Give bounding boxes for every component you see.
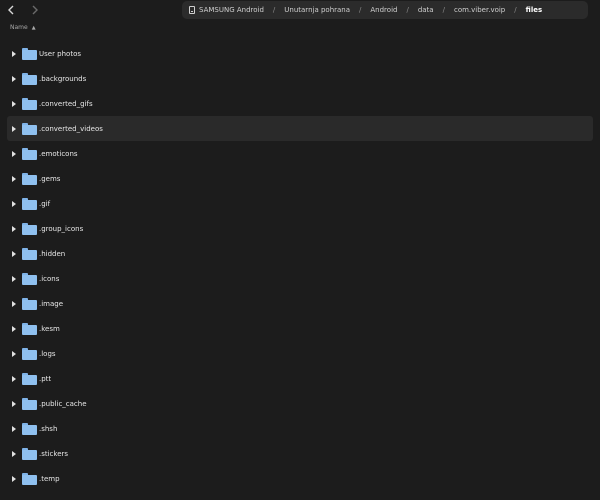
breadcrumb-separator: / xyxy=(442,6,445,14)
folder-row[interactable]: .backgrounds xyxy=(0,66,600,91)
folder-icon xyxy=(22,122,37,135)
folder-icon xyxy=(22,397,37,410)
folder-name: .converted_gifs xyxy=(39,99,93,108)
folder-row[interactable]: .ptt xyxy=(0,366,600,391)
expand-arrow-icon[interactable] xyxy=(12,125,16,132)
column-header-label: Name xyxy=(10,24,28,31)
expand-arrow-icon[interactable] xyxy=(12,75,16,82)
folder-name: .stickers xyxy=(39,449,69,458)
toolbar: SAMSUNG Android / Unutarnja pohrana / Androi… xyxy=(0,0,600,22)
folder-name: .public_cache xyxy=(39,399,87,408)
breadcrumb-item[interactable]: files xyxy=(526,6,543,14)
folder-row[interactable]: .logs xyxy=(0,341,600,366)
folder-icon xyxy=(22,472,37,485)
expand-arrow-icon[interactable] xyxy=(12,200,16,207)
folder-name: .temp xyxy=(39,474,60,483)
breadcrumb-separator: / xyxy=(406,6,409,14)
folder-row[interactable]: .shsh xyxy=(0,416,600,441)
folder-icon xyxy=(22,147,37,160)
folder-row[interactable]: .group_icons xyxy=(0,216,600,241)
folder-name: .image xyxy=(39,299,64,308)
folder-icon xyxy=(22,347,37,360)
folder-row[interactable]: User photos xyxy=(0,41,600,66)
folder-name: .gif xyxy=(39,199,51,208)
chevron-left-icon xyxy=(8,5,14,15)
folder-name: .logs xyxy=(39,349,56,358)
folder-icon xyxy=(22,172,37,185)
forward-button[interactable] xyxy=(28,3,42,17)
folder-icon xyxy=(22,47,37,60)
breadcrumb-item[interactable]: SAMSUNG Android xyxy=(199,6,264,14)
folder-icon xyxy=(22,297,37,310)
expand-arrow-icon[interactable] xyxy=(12,325,16,332)
folder-name: .ptt xyxy=(39,374,52,383)
folder-icon xyxy=(22,97,37,110)
folder-row[interactable]: .converted_videos xyxy=(7,116,593,141)
folder-icon xyxy=(22,422,37,435)
folder-row[interactable]: .icons xyxy=(0,266,600,291)
folder-name: User photos xyxy=(39,49,82,58)
expand-arrow-icon[interactable] xyxy=(12,375,16,382)
expand-arrow-icon[interactable] xyxy=(12,50,16,57)
folder-row[interactable]: .kesm xyxy=(0,316,600,341)
chevron-right-icon xyxy=(32,5,38,15)
column-header-name[interactable]: Name ▲ xyxy=(10,24,36,31)
folder-row[interactable]: .public_cache xyxy=(0,391,600,416)
folder-icon xyxy=(22,447,37,460)
expand-arrow-icon[interactable] xyxy=(12,400,16,407)
folder-list: User photos .backgrounds .converted_gifs .c… xyxy=(0,41,600,491)
expand-arrow-icon[interactable] xyxy=(12,150,16,157)
folder-row[interactable]: .hidden xyxy=(0,241,600,266)
folder-icon xyxy=(22,222,37,235)
folder-icon xyxy=(22,72,37,85)
folder-name: .converted_videos xyxy=(39,124,103,133)
folder-icon xyxy=(22,372,37,385)
expand-arrow-icon[interactable] xyxy=(12,425,16,432)
folder-row[interactable]: .converted_gifs xyxy=(0,91,600,116)
sort-up-icon: ▲ xyxy=(31,24,36,31)
breadcrumb-item[interactable]: com.viber.voip xyxy=(454,6,505,14)
folder-row[interactable]: .image xyxy=(0,291,600,316)
expand-arrow-icon[interactable] xyxy=(12,175,16,182)
folder-row[interactable]: .gif xyxy=(0,191,600,216)
folder-row[interactable]: .temp xyxy=(0,466,600,491)
back-button[interactable] xyxy=(4,3,18,17)
breadcrumb-separator: / xyxy=(359,6,362,14)
folder-name: .hidden xyxy=(39,249,66,258)
breadcrumb-item[interactable]: Unutarnja pohrana xyxy=(284,6,350,14)
expand-arrow-icon[interactable] xyxy=(12,250,16,257)
folder-name: .gems xyxy=(39,174,61,183)
breadcrumb-item[interactable]: Android xyxy=(370,6,397,14)
expand-arrow-icon[interactable] xyxy=(12,300,16,307)
breadcrumb-item[interactable]: data xyxy=(418,6,434,14)
folder-name: .emoticons xyxy=(39,149,78,158)
expand-arrow-icon[interactable] xyxy=(12,450,16,457)
breadcrumb: SAMSUNG Android / Unutarnja pohrana / Androi… xyxy=(182,1,588,19)
expand-arrow-icon[interactable] xyxy=(12,350,16,357)
folder-row[interactable]: .emoticons xyxy=(0,141,600,166)
expand-arrow-icon[interactable] xyxy=(12,100,16,107)
folder-name: .group_icons xyxy=(39,224,84,233)
folder-icon xyxy=(22,247,37,260)
folder-row[interactable]: .gems xyxy=(0,166,600,191)
expand-arrow-icon[interactable] xyxy=(12,275,16,282)
folder-row[interactable]: .stickers xyxy=(0,441,600,466)
folder-icon xyxy=(22,272,37,285)
folder-name: .icons xyxy=(39,274,60,283)
phone-icon xyxy=(189,6,195,14)
folder-icon xyxy=(22,197,37,210)
folder-name: .backgrounds xyxy=(39,74,87,83)
expand-arrow-icon[interactable] xyxy=(12,475,16,482)
breadcrumb-separator: / xyxy=(272,6,276,14)
folder-icon xyxy=(22,322,37,335)
expand-arrow-icon[interactable] xyxy=(12,225,16,232)
folder-name: .kesm xyxy=(39,324,60,333)
breadcrumb-separator: / xyxy=(514,6,517,14)
folder-name: .shsh xyxy=(39,424,58,433)
